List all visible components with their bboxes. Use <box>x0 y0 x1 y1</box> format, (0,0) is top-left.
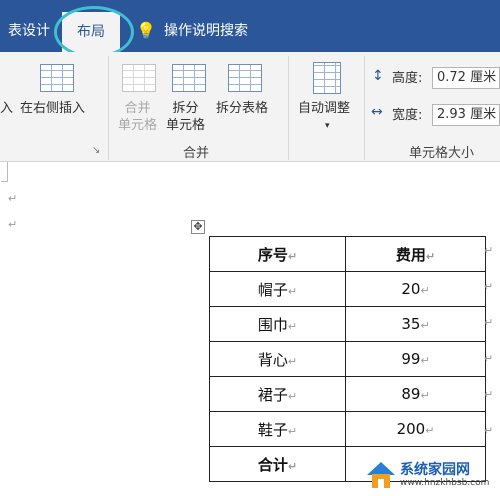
table-row: 序号↵ 费用↵ <box>209 236 486 272</box>
table-row: 围巾↵ 35↵ <box>209 306 486 342</box>
split-table-icon <box>228 64 262 92</box>
autofit-dropdown-icon[interactable]: ▾ <box>325 118 330 135</box>
data-table[interactable]: 序号↵ 费用↵ 帽子↵ 20↵ 围巾↵ 35↵ 背心↵ 99↵ 裙子↵ 89↵ … <box>209 236 486 482</box>
merge-cells-icon <box>122 64 156 92</box>
table-cell[interactable]: 200↵ <box>345 411 486 447</box>
watermark-title: 系统家园网 <box>400 462 470 478</box>
width-label: 宽度: <box>392 108 423 123</box>
split-table-button[interactable]: 拆分表格 <box>216 100 268 117</box>
table-cell[interactable]: 背心↵ <box>209 341 346 377</box>
watermark-url: www.hnzkhbsb.com <box>400 478 490 488</box>
paragraph-mark: ↵ <box>8 218 18 231</box>
width-icon: ↔ <box>371 104 383 120</box>
insert-left-button[interactable]: 入 <box>0 100 13 117</box>
lightbulb-icon: 💡 <box>136 21 156 40</box>
merge-cells-button[interactable]: 合并 单元格 <box>118 100 157 134</box>
row-end-mark: ↵ <box>484 424 494 437</box>
table-cell[interactable]: 围巾↵ <box>209 306 346 342</box>
tab-layout[interactable]: 布局 <box>62 12 120 52</box>
table-cell[interactable]: 35↵ <box>345 306 486 342</box>
height-label: 高度: <box>392 71 423 86</box>
split-cells-icon <box>172 64 206 92</box>
table-cell[interactable]: 裙子↵ <box>209 376 346 412</box>
tell-me-search[interactable]: 操作说明搜索 <box>164 0 248 52</box>
insert-right-button[interactable]: 在右侧插入 <box>20 100 85 117</box>
column-width-input[interactable]: 2.93 厘米 <box>432 104 500 126</box>
tab-table-design[interactable]: 表设计 <box>8 0 50 52</box>
insert-right-icon <box>40 64 74 92</box>
table-cell[interactable]: 99↵ <box>345 341 486 377</box>
header-cell-cost[interactable]: 费用↵ <box>345 236 486 272</box>
table-cell[interactable]: 20↵ <box>345 271 486 307</box>
row-height-input[interactable]: 0.72 厘米 <box>432 67 500 89</box>
ribbon-layout: 入 在右侧插入 合并 单元格 拆分 单元格 拆分表格 合并 ↘ 自动调整 ▾ ↕… <box>0 52 500 162</box>
row-end-mark: ↵ <box>484 352 494 365</box>
group-label-merge: 合并 <box>183 146 210 161</box>
table-cell[interactable]: 鞋子↵ <box>209 411 346 447</box>
group-label-cell-size: 单元格大小 <box>409 146 475 161</box>
table-cell[interactable]: 89↵ <box>345 376 486 412</box>
table-move-handle-icon[interactable]: ✥ <box>191 220 205 234</box>
split-cells-button[interactable]: 拆分 单元格 <box>166 100 205 134</box>
row-end-mark: ↵ <box>484 280 494 293</box>
autofit-button[interactable]: 自动调整 <box>298 100 350 117</box>
autofit-icon <box>313 62 341 94</box>
header-cell-item[interactable]: 序号↵ <box>209 236 346 272</box>
table-row: 背心↵ 99↵ <box>209 341 486 377</box>
table-cell[interactable]: 帽子↵ <box>209 271 346 307</box>
total-cell[interactable]: 合计↵ <box>209 446 346 482</box>
row-end-mark: ↵ <box>484 316 494 329</box>
ribbon-tab-bar: 表设计 布局 💡 操作说明搜索 <box>0 0 500 52</box>
table-row: 裙子↵ 89↵ <box>209 376 486 412</box>
page-corner-mark <box>1 162 8 182</box>
watermark-logo: 系统家园网 www.hnzkhbsb.com <box>352 456 500 496</box>
table-row: 鞋子↵ 200↵ <box>209 411 486 447</box>
height-icon: ↕ <box>372 68 384 84</box>
table-row: 帽子↵ 20↵ <box>209 271 486 307</box>
house-logo-icon <box>367 462 395 488</box>
dialog-launcher-icon[interactable]: ↘ <box>92 142 100 159</box>
row-end-mark: ↵ <box>484 244 494 257</box>
paragraph-mark: ↵ <box>8 192 18 205</box>
row-end-mark: ↵ <box>484 388 494 401</box>
